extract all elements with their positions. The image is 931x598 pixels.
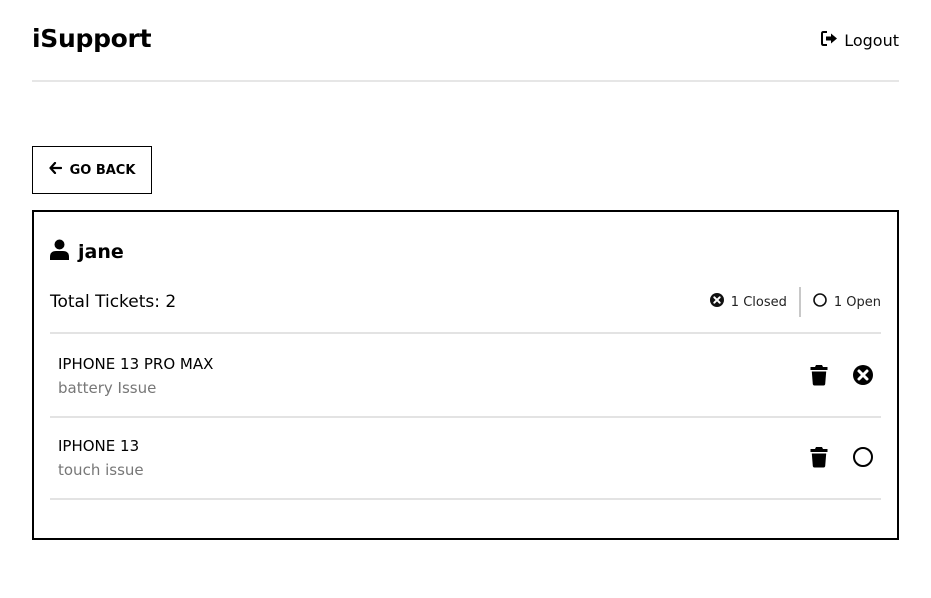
times-circle-icon [852,365,874,390]
circle-outline-icon [813,293,827,311]
ticket-summary: Total Tickets: 2 1 Closed 1 Open [50,282,881,334]
ticket-description: battery Issue [58,379,157,397]
ticket-row[interactable]: IPHONE 13 PRO MAX battery Issue [50,336,881,418]
user-heading: jane [50,239,124,265]
ticket-list: IPHONE 13 PRO MAX battery Issue IPHONE 1… [50,336,881,500]
total-tickets: Total Tickets: 2 [50,292,177,312]
user-icon [50,239,69,265]
ticket-title: IPHONE 13 [58,437,140,455]
logout-button[interactable]: Logout [821,30,899,50]
ticket-stats: 1 Closed 1 Open [709,287,881,317]
times-circle-icon [709,293,724,311]
delete-ticket-button[interactable] [810,364,828,386]
sign-out-icon [821,30,838,50]
closed-count[interactable]: 1 Closed [709,293,787,311]
trash-icon [810,365,828,390]
trash-icon [810,447,828,472]
ticket-status-open-toggle[interactable] [852,446,874,468]
circle-outline-icon [852,447,874,472]
logout-label: Logout [844,30,899,50]
user-tickets-card: jane Total Tickets: 2 1 Closed 1 Open IP… [32,210,899,540]
ticket-row[interactable]: IPHONE 13 touch issue [50,418,881,500]
stats-divider [798,287,801,317]
open-count-label: 1 Open [833,294,881,310]
ticket-status-closed-toggle[interactable] [852,364,874,386]
go-back-button[interactable]: GO BACK [32,146,152,194]
delete-ticket-button[interactable] [810,446,828,468]
user-name: jane [78,241,124,263]
ticket-description: touch issue [58,461,144,479]
brand-logo[interactable]: iSupport [32,24,152,53]
app-header: iSupport Logout [32,0,899,82]
closed-count-label: 1 Closed [730,294,787,310]
arrow-left-icon [48,161,62,178]
open-count[interactable]: 1 Open [813,293,881,311]
ticket-title: IPHONE 13 PRO MAX [58,355,214,373]
go-back-label: GO BACK [69,162,136,178]
